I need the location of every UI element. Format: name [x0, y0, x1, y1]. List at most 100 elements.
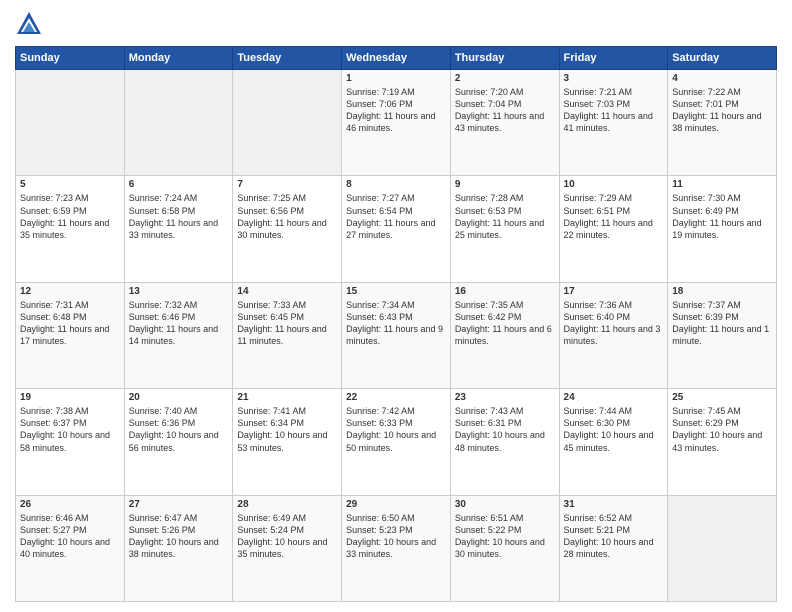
day-number: 30 [455, 499, 555, 510]
calendar-cell: 7 Sunrise: 7:25 AM Sunset: 6:56 PM Dayli… [233, 176, 342, 282]
cell-content: Sunrise: 6:52 AM Sunset: 5:21 PM Dayligh… [564, 512, 664, 561]
calendar-cell: 15 Sunrise: 7:34 AM Sunset: 6:43 PM Dayl… [342, 282, 451, 388]
calendar-cell: 12 Sunrise: 7:31 AM Sunset: 6:48 PM Dayl… [16, 282, 125, 388]
calendar-cell [124, 70, 233, 176]
cell-content: Sunrise: 7:30 AM Sunset: 6:49 PM Dayligh… [672, 192, 772, 241]
day-number: 24 [564, 392, 664, 403]
day-number: 8 [346, 179, 446, 190]
cell-content: Sunrise: 6:46 AM Sunset: 5:27 PM Dayligh… [20, 512, 120, 561]
weekday-header-tuesday: Tuesday [233, 47, 342, 70]
weekday-header-sunday: Sunday [16, 47, 125, 70]
calendar-cell: 10 Sunrise: 7:29 AM Sunset: 6:51 PM Dayl… [559, 176, 668, 282]
day-number: 7 [237, 179, 337, 190]
cell-content: Sunrise: 7:19 AM Sunset: 7:06 PM Dayligh… [346, 86, 446, 135]
cell-content: Sunrise: 6:47 AM Sunset: 5:26 PM Dayligh… [129, 512, 229, 561]
calendar-cell: 20 Sunrise: 7:40 AM Sunset: 6:36 PM Dayl… [124, 389, 233, 495]
calendar-cell: 23 Sunrise: 7:43 AM Sunset: 6:31 PM Dayl… [450, 389, 559, 495]
cell-content: Sunrise: 7:38 AM Sunset: 6:37 PM Dayligh… [20, 405, 120, 454]
day-number: 10 [564, 179, 664, 190]
cell-content: Sunrise: 7:43 AM Sunset: 6:31 PM Dayligh… [455, 405, 555, 454]
day-number: 4 [672, 73, 772, 84]
calendar-cell: 29 Sunrise: 6:50 AM Sunset: 5:23 PM Dayl… [342, 495, 451, 601]
day-number: 31 [564, 499, 664, 510]
day-number: 3 [564, 73, 664, 84]
calendar-cell: 11 Sunrise: 7:30 AM Sunset: 6:49 PM Dayl… [668, 176, 777, 282]
cell-content: Sunrise: 7:45 AM Sunset: 6:29 PM Dayligh… [672, 405, 772, 454]
day-number: 14 [237, 286, 337, 297]
day-number: 5 [20, 179, 120, 190]
cell-content: Sunrise: 7:25 AM Sunset: 6:56 PM Dayligh… [237, 192, 337, 241]
calendar-cell: 1 Sunrise: 7:19 AM Sunset: 7:06 PM Dayli… [342, 70, 451, 176]
weekday-header-friday: Friday [559, 47, 668, 70]
calendar-cell: 30 Sunrise: 6:51 AM Sunset: 5:22 PM Dayl… [450, 495, 559, 601]
calendar-cell: 16 Sunrise: 7:35 AM Sunset: 6:42 PM Dayl… [450, 282, 559, 388]
day-number: 2 [455, 73, 555, 84]
day-number: 27 [129, 499, 229, 510]
calendar-cell [233, 70, 342, 176]
weekday-header-wednesday: Wednesday [342, 47, 451, 70]
cell-content: Sunrise: 7:31 AM Sunset: 6:48 PM Dayligh… [20, 299, 120, 348]
page: SundayMondayTuesdayWednesdayThursdayFrid… [0, 0, 792, 612]
calendar-cell: 2 Sunrise: 7:20 AM Sunset: 7:04 PM Dayli… [450, 70, 559, 176]
day-number: 18 [672, 286, 772, 297]
calendar-cell [16, 70, 125, 176]
calendar-table: SundayMondayTuesdayWednesdayThursdayFrid… [15, 46, 777, 602]
calendar-cell: 19 Sunrise: 7:38 AM Sunset: 6:37 PM Dayl… [16, 389, 125, 495]
calendar-cell: 5 Sunrise: 7:23 AM Sunset: 6:59 PM Dayli… [16, 176, 125, 282]
cell-content: Sunrise: 7:24 AM Sunset: 6:58 PM Dayligh… [129, 192, 229, 241]
day-number: 28 [237, 499, 337, 510]
calendar-cell: 28 Sunrise: 6:49 AM Sunset: 5:24 PM Dayl… [233, 495, 342, 601]
day-number: 22 [346, 392, 446, 403]
day-number: 19 [20, 392, 120, 403]
weekday-header-saturday: Saturday [668, 47, 777, 70]
cell-content: Sunrise: 6:51 AM Sunset: 5:22 PM Dayligh… [455, 512, 555, 561]
day-number: 12 [20, 286, 120, 297]
calendar-week-row: 19 Sunrise: 7:38 AM Sunset: 6:37 PM Dayl… [16, 389, 777, 495]
calendar-cell: 17 Sunrise: 7:36 AM Sunset: 6:40 PM Dayl… [559, 282, 668, 388]
cell-content: Sunrise: 7:35 AM Sunset: 6:42 PM Dayligh… [455, 299, 555, 348]
day-number: 20 [129, 392, 229, 403]
day-number: 9 [455, 179, 555, 190]
calendar-cell: 13 Sunrise: 7:32 AM Sunset: 6:46 PM Dayl… [124, 282, 233, 388]
calendar-week-row: 26 Sunrise: 6:46 AM Sunset: 5:27 PM Dayl… [16, 495, 777, 601]
day-number: 16 [455, 286, 555, 297]
calendar-cell: 18 Sunrise: 7:37 AM Sunset: 6:39 PM Dayl… [668, 282, 777, 388]
calendar-cell: 22 Sunrise: 7:42 AM Sunset: 6:33 PM Dayl… [342, 389, 451, 495]
cell-content: Sunrise: 7:32 AM Sunset: 6:46 PM Dayligh… [129, 299, 229, 348]
calendar-cell: 26 Sunrise: 6:46 AM Sunset: 5:27 PM Dayl… [16, 495, 125, 601]
cell-content: Sunrise: 6:50 AM Sunset: 5:23 PM Dayligh… [346, 512, 446, 561]
calendar-cell: 27 Sunrise: 6:47 AM Sunset: 5:26 PM Dayl… [124, 495, 233, 601]
day-number: 13 [129, 286, 229, 297]
day-number: 17 [564, 286, 664, 297]
day-number: 15 [346, 286, 446, 297]
calendar-week-row: 5 Sunrise: 7:23 AM Sunset: 6:59 PM Dayli… [16, 176, 777, 282]
calendar-cell: 6 Sunrise: 7:24 AM Sunset: 6:58 PM Dayli… [124, 176, 233, 282]
logo-icon [15, 10, 43, 38]
calendar-cell: 8 Sunrise: 7:27 AM Sunset: 6:54 PM Dayli… [342, 176, 451, 282]
cell-content: Sunrise: 7:42 AM Sunset: 6:33 PM Dayligh… [346, 405, 446, 454]
cell-content: Sunrise: 7:44 AM Sunset: 6:30 PM Dayligh… [564, 405, 664, 454]
cell-content: Sunrise: 7:27 AM Sunset: 6:54 PM Dayligh… [346, 192, 446, 241]
day-number: 26 [20, 499, 120, 510]
day-number: 25 [672, 392, 772, 403]
weekday-header-row: SundayMondayTuesdayWednesdayThursdayFrid… [16, 47, 777, 70]
cell-content: Sunrise: 7:21 AM Sunset: 7:03 PM Dayligh… [564, 86, 664, 135]
header [15, 10, 777, 38]
day-number: 1 [346, 73, 446, 84]
cell-content: Sunrise: 7:37 AM Sunset: 6:39 PM Dayligh… [672, 299, 772, 348]
weekday-header-monday: Monday [124, 47, 233, 70]
calendar-cell: 25 Sunrise: 7:45 AM Sunset: 6:29 PM Dayl… [668, 389, 777, 495]
calendar-cell: 31 Sunrise: 6:52 AM Sunset: 5:21 PM Dayl… [559, 495, 668, 601]
cell-content: Sunrise: 7:29 AM Sunset: 6:51 PM Dayligh… [564, 192, 664, 241]
day-number: 23 [455, 392, 555, 403]
logo [15, 10, 47, 38]
calendar-cell: 14 Sunrise: 7:33 AM Sunset: 6:45 PM Dayl… [233, 282, 342, 388]
cell-content: Sunrise: 6:49 AM Sunset: 5:24 PM Dayligh… [237, 512, 337, 561]
cell-content: Sunrise: 7:20 AM Sunset: 7:04 PM Dayligh… [455, 86, 555, 135]
cell-content: Sunrise: 7:28 AM Sunset: 6:53 PM Dayligh… [455, 192, 555, 241]
calendar-cell: 9 Sunrise: 7:28 AM Sunset: 6:53 PM Dayli… [450, 176, 559, 282]
calendar-week-row: 1 Sunrise: 7:19 AM Sunset: 7:06 PM Dayli… [16, 70, 777, 176]
day-number: 21 [237, 392, 337, 403]
calendar-cell [668, 495, 777, 601]
day-number: 11 [672, 179, 772, 190]
